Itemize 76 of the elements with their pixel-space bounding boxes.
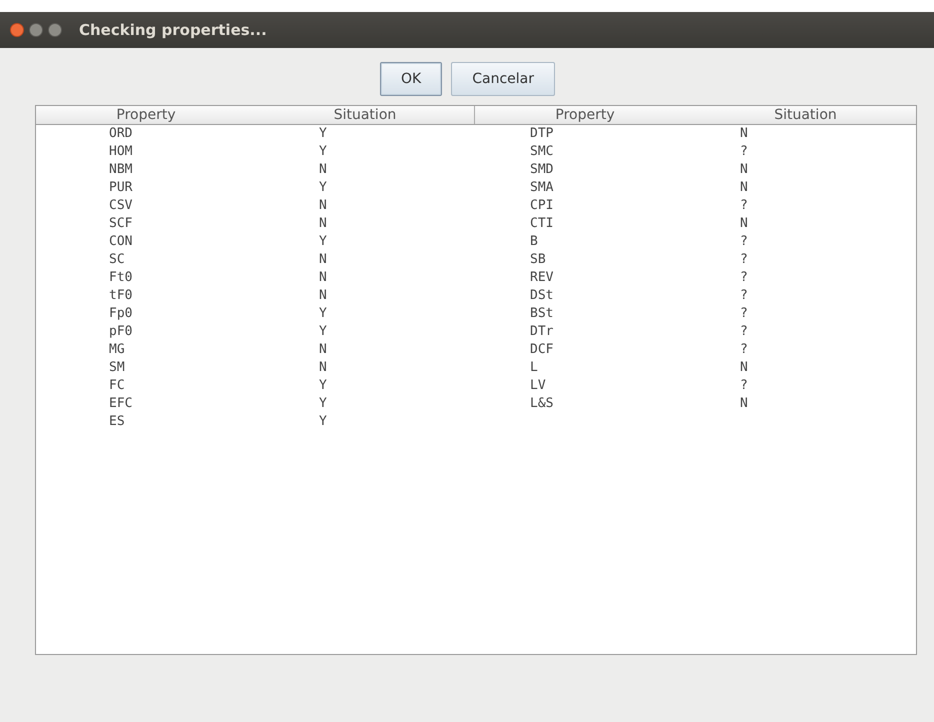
table-cell: L (530, 360, 538, 375)
table-cell: Fp0 (109, 306, 132, 321)
table-cell: N (740, 126, 748, 141)
column-header[interactable]: Property (36, 106, 256, 124)
table-cell: ? (740, 324, 748, 339)
table-cell: Y (319, 378, 327, 393)
table-cell: N (319, 162, 327, 177)
table-cell: ? (740, 144, 748, 159)
column-header[interactable]: Property (475, 106, 695, 124)
table-cell: N (319, 216, 327, 231)
table-cell: N (740, 216, 748, 231)
table-cell: SMC (530, 144, 554, 159)
column-header[interactable]: Situation (695, 106, 916, 124)
table-cell: Y (319, 414, 327, 429)
table-cell: BSt (530, 306, 554, 321)
ok-button[interactable]: OK (380, 62, 442, 96)
table-cell: N (319, 288, 327, 303)
table-cell: Y (319, 126, 327, 141)
maximize-icon[interactable] (48, 23, 62, 37)
table-cell: Y (319, 180, 327, 195)
cancel-button[interactable]: Cancelar (451, 62, 555, 96)
table-cell: N (319, 360, 327, 375)
table-cell: DSt (530, 288, 554, 303)
table-cell: tF0 (109, 288, 132, 303)
table-cell: DTP (530, 126, 554, 141)
close-icon[interactable] (10, 23, 24, 37)
table-cell: CSV (109, 198, 132, 213)
table-cell: EFC (109, 396, 132, 411)
table-cell: pF0 (109, 324, 132, 339)
table-cell: ? (740, 288, 748, 303)
minimize-icon[interactable] (29, 23, 43, 37)
table-cell: Y (319, 396, 327, 411)
table-cell: B (530, 234, 538, 249)
table-cell: LV (530, 378, 546, 393)
table-cell: ? (740, 252, 748, 267)
table-cell: ? (740, 234, 748, 249)
column-header[interactable]: Situation (256, 106, 475, 124)
table-cell: NBM (109, 162, 132, 177)
table-cell: ? (740, 270, 748, 285)
table-cell: N (740, 162, 748, 177)
table-cell: MG (109, 342, 125, 357)
table-cell: Ft0 (109, 270, 132, 285)
table-cell: N (319, 252, 327, 267)
table-cell: PUR (109, 180, 132, 195)
table-cell: SB (530, 252, 546, 267)
table-cell: N (319, 270, 327, 285)
table-cell: Y (319, 234, 327, 249)
table-cell: N (740, 396, 748, 411)
table-cell: CPI (530, 198, 554, 213)
table-cell: ? (740, 378, 748, 393)
table-cell: SM (109, 360, 125, 375)
table-cell: N (740, 180, 748, 195)
table-cell: DCF (530, 342, 554, 357)
table-cell: SCF (109, 216, 132, 231)
table-cell: SMA (530, 180, 554, 195)
table-cell: N (740, 360, 748, 375)
table-cell: Y (319, 324, 327, 339)
table-cell: Y (319, 144, 327, 159)
table-cell: HOM (109, 144, 132, 159)
table-cell: REV (530, 270, 554, 285)
table-cell: ORD (109, 126, 132, 141)
table-cell: FC (109, 378, 125, 393)
table-cell: SC (109, 252, 125, 267)
table-cell: CON (109, 234, 132, 249)
table-cell: N (319, 342, 327, 357)
table-cell: ? (740, 342, 748, 357)
table-cell: L&S (530, 396, 554, 411)
table-cell: DTr (530, 324, 554, 339)
window-title: Checking properties... (79, 21, 267, 39)
table-cell: ? (740, 306, 748, 321)
table-cell: CTI (530, 216, 554, 231)
table-cell: ES (109, 414, 125, 429)
table-cell: SMD (530, 162, 554, 177)
table-cell: N (319, 198, 327, 213)
table-cell: ? (740, 198, 748, 213)
table-cell: Y (319, 306, 327, 321)
